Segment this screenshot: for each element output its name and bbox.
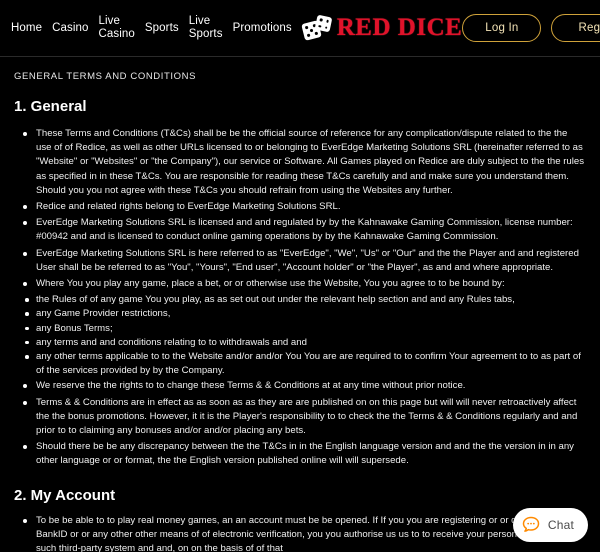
list-item: These Terms and Conditions (T&Cs) shall … [23,127,584,198]
general-list-continued: We reserve the the rights to to change t… [14,379,584,468]
main-navigation: Home Casino Live Casino Sports Live Spor… [6,13,297,43]
site-logo[interactable]: RED DICE [300,14,463,42]
list-item: Redice and related rights belong to Ever… [23,200,584,214]
dice-icon [300,14,333,41]
list-item: We reserve the the rights to to change t… [23,379,584,393]
page-section-label: GENERAL TERMS AND CONDITIONS [14,71,197,82]
section-title-my-account: 2. My Account [14,486,116,504]
page-title: 1. General [14,98,87,115]
terms-content: GENERAL TERMS AND CONDITIONS 1. General … [0,57,600,552]
list-item: any Game Provider restrictions, [25,307,584,321]
general-list: These Terms and Conditions (T&Cs) shall … [14,127,584,291]
nav-live-casino[interactable]: Live Casino [93,13,139,43]
nav-casino[interactable]: Casino [47,20,93,37]
nav-live-sports[interactable]: Live Sports [184,13,228,43]
header-actions: Log In Register [462,14,600,42]
chat-widget[interactable]: Chat [512,508,588,542]
list-item: any other terms applicable to to the Web… [25,350,584,378]
account-list: To be be able to to play real money game… [14,514,584,552]
logo-text: RED DICE [336,14,463,41]
list-item: To be be able to to play real money game… [23,514,584,552]
list-item: Should there be be any discrepancy betwe… [23,440,584,468]
list-item: Where You you play any game, place a bet… [23,277,584,291]
list-item: the Rules of of any game You you play, a… [25,293,584,307]
page-root: Home Casino Live Casino Sports Live Spor… [0,0,600,552]
list-item: any Bonus Terms; [25,322,584,336]
nav-sports[interactable]: Sports [140,20,184,37]
list-item: any terms and and conditions relating to… [25,336,584,350]
chat-label: Chat [547,518,574,532]
chat-bubble-icon [521,515,541,535]
register-button[interactable]: Register [551,14,600,42]
nav-promotions[interactable]: Promotions [228,20,297,37]
list-item: Terms & & Conditions are in effect as as… [23,396,584,439]
site-header: Home Casino Live Casino Sports Live Spor… [0,0,600,56]
general-sublist: the Rules of of any game You you play, a… [14,293,584,378]
nav-home[interactable]: Home [6,20,47,37]
login-button[interactable]: Log In [462,14,542,42]
list-item: EverEdge Marketing Solutions SRL is here… [23,247,584,275]
list-item: EverEdge Marketing Solutions SRL is lice… [23,216,584,244]
